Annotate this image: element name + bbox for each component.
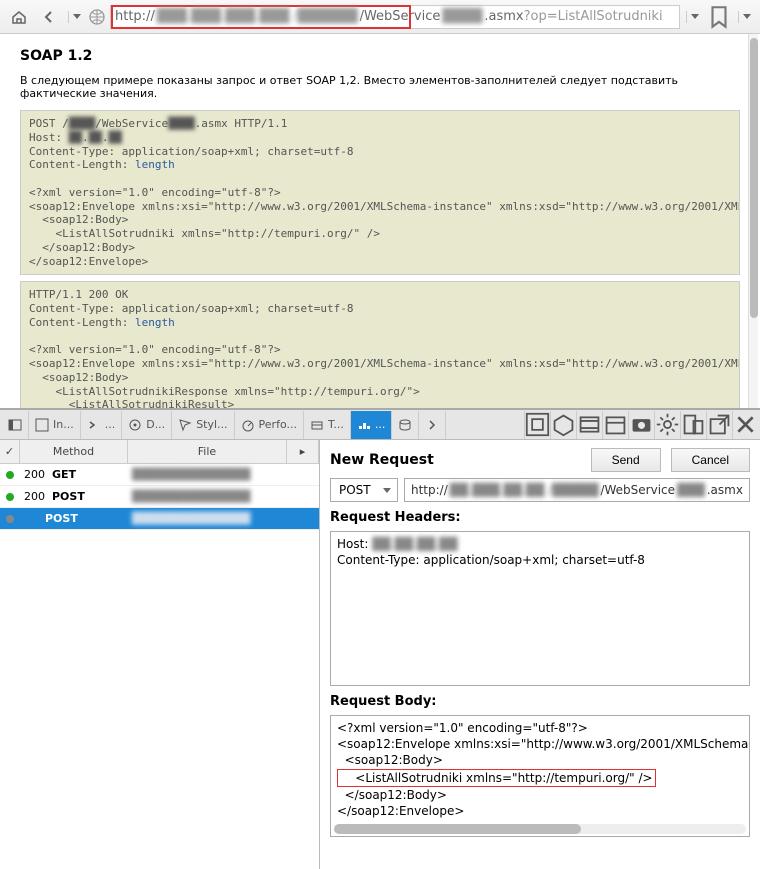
tab-memory[interactable]: T...: [304, 411, 351, 439]
page-scrollbar[interactable]: [748, 34, 758, 408]
new-request-panel: New Request Send Cancel POST http://██.█…: [320, 440, 760, 869]
request-headers-input[interactable]: Host: ██.██.██.██ Content-Type: applicat…: [330, 531, 750, 686]
page-intro: В следующем примере показаны запрос и от…: [20, 74, 740, 100]
home-icon[interactable]: [6, 4, 32, 30]
bookmark-dropdown[interactable]: [738, 11, 754, 23]
bookmark-icon[interactable]: [706, 4, 732, 30]
settings-icon[interactable]: [654, 411, 680, 439]
back-icon[interactable]: [36, 4, 62, 30]
col-status[interactable]: ✓: [0, 440, 20, 463]
back-dropdown[interactable]: [68, 11, 84, 23]
tab-network[interactable]: ...: [351, 411, 393, 439]
request-headers-label: Request Headers:: [330, 510, 750, 525]
page-content: SOAP 1.2 В следующем примере показаны за…: [0, 34, 760, 410]
body-highlight: <ListAllSotrudniki xmlns="http://tempuri…: [337, 769, 656, 787]
browser-toolbar: http://███.███.███.███/██████/WebService…: [0, 0, 760, 34]
soap-response-box: HTTP/1.1 200 OK Content-Type: applicatio…: [20, 281, 740, 410]
tab-console[interactable]: ...: [81, 411, 123, 439]
network-row[interactable]: 200 POST ██████████████: [0, 486, 319, 508]
soap-request-box: POST /████/WebService████.asmx HTTP/1.1 …: [20, 110, 740, 275]
devtools-tabs: In... ... D... Styl... Perfo... T... ...: [0, 410, 760, 440]
iframe-picker-icon[interactable]: [524, 411, 550, 439]
devtools-dock-icon[interactable]: [2, 411, 29, 439]
url-dropdown[interactable]: [686, 11, 702, 23]
tab-debugger[interactable]: D...: [122, 411, 172, 439]
network-row[interactable]: 200 GET ██████████████: [0, 464, 319, 486]
film-icon[interactable]: [576, 411, 602, 439]
tab-storage[interactable]: [392, 411, 419, 439]
method-select[interactable]: POST: [330, 478, 398, 502]
new-request-title: New Request: [330, 452, 581, 468]
col-file[interactable]: File: [128, 440, 287, 463]
tab-styles[interactable]: Styl...: [172, 411, 234, 439]
devtools-panel: In... ... D... Styl... Perfo... T... ...…: [0, 410, 760, 869]
body-hscroll[interactable]: [334, 824, 746, 834]
status-dot-icon: [6, 493, 14, 501]
network-list: ✓ Method File ▸ 200 GET ██████████████ 2…: [0, 440, 320, 869]
col-more[interactable]: ▸: [287, 440, 319, 463]
tab-inspector[interactable]: In...: [29, 411, 81, 439]
tab-more[interactable]: [419, 411, 446, 439]
request-url-input[interactable]: http://██.███.██.██/█████/WebService███.…: [404, 478, 750, 502]
camera-icon[interactable]: [628, 411, 654, 439]
network-list-header: ✓ Method File ▸: [0, 440, 319, 464]
calendar-icon[interactable]: [602, 411, 628, 439]
globe-icon: [88, 8, 106, 26]
page-title: SOAP 1.2: [20, 48, 740, 64]
close-icon[interactable]: [732, 411, 758, 439]
col-method[interactable]: Method: [20, 440, 128, 463]
request-body-label: Request Body:: [330, 694, 750, 709]
box-model-icon[interactable]: [550, 411, 576, 439]
popout-icon[interactable]: [706, 411, 732, 439]
tab-performance[interactable]: Perfo...: [235, 411, 304, 439]
cancel-button[interactable]: Cancel: [671, 448, 750, 472]
network-row-selected[interactable]: POST ██████████████: [0, 508, 319, 530]
status-dot-icon: [6, 515, 14, 523]
status-dot-icon: [6, 471, 14, 479]
url-bar[interactable]: http://███.███.███.███/██████/WebService…: [110, 5, 680, 29]
url-proto: http://: [115, 9, 155, 24]
responsive-icon[interactable]: [680, 411, 706, 439]
send-button[interactable]: Send: [591, 448, 661, 472]
request-body-input[interactable]: <?xml version="1.0" encoding="utf-8"?> <…: [330, 715, 750, 837]
